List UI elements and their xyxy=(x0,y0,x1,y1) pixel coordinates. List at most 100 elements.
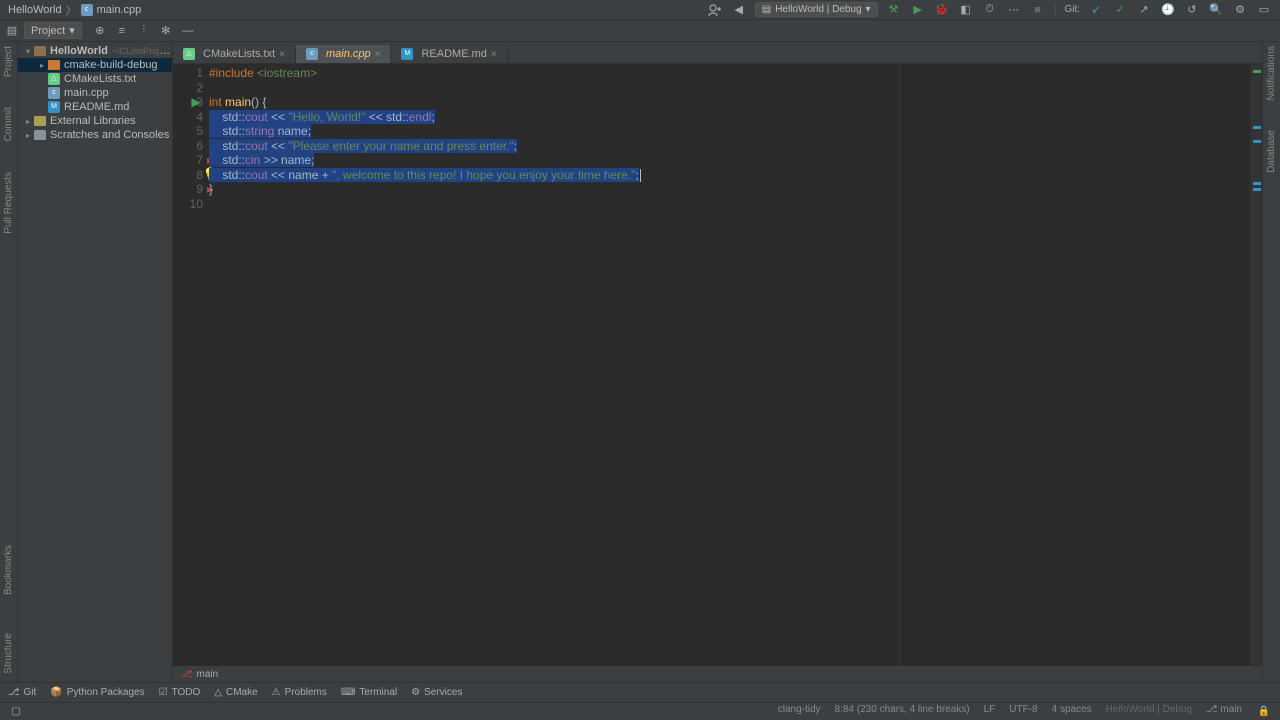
services-icon: ⚙ xyxy=(411,687,420,698)
problems-icon: ⚠ xyxy=(272,687,281,698)
caret-position[interactable]: 8:84 (230 chars, 4 line breaks) xyxy=(835,704,970,720)
structure-tool-button[interactable]: Structure xyxy=(3,633,14,674)
analysis-ok-marker[interactable] xyxy=(1253,70,1261,73)
terminal-icon: ⌨ xyxy=(341,687,355,698)
tab-readme[interactable]: MREADME.md× xyxy=(391,45,507,63)
todo-icon: ☑ xyxy=(159,687,168,698)
vcs-push-icon[interactable]: ↗ xyxy=(1136,2,1152,18)
indent-indicator[interactable]: 4 spaces xyxy=(1052,704,1092,720)
project-tool-button[interactable]: Project xyxy=(3,46,14,77)
file-encoding[interactable]: UTF-8 xyxy=(1009,704,1037,720)
problems-tool-button[interactable]: ⚠Problems xyxy=(272,687,327,698)
hammer-build-icon[interactable]: ⚒ xyxy=(886,2,902,18)
status-bar: ▢ clang-tidy 8:84 (230 chars, 4 line bre… xyxy=(0,702,1280,720)
close-icon[interactable]: × xyxy=(491,49,497,60)
python-packages-tool-button[interactable]: 📦Python Packages xyxy=(50,687,144,698)
tool-settings-icon[interactable]: ✻ xyxy=(158,23,174,39)
tree-scratches[interactable]: ▸Scratches and Consoles xyxy=(18,128,172,142)
vcs-update-icon[interactable]: ↙ xyxy=(1088,2,1104,18)
select-opened-file-icon[interactable]: ⊕ xyxy=(92,23,108,39)
branch-icon: ⎇ xyxy=(1206,704,1220,715)
change-marker[interactable] xyxy=(1253,182,1261,185)
run-config-label: HelloWorld | Debug xyxy=(775,4,861,15)
lock-icon[interactable]: 🔒 xyxy=(1256,704,1272,720)
tab-main-cpp[interactable]: cmain.cpp× xyxy=(296,45,391,63)
ide-actions-icon[interactable]: ▭ xyxy=(1256,2,1272,18)
change-marker[interactable] xyxy=(1253,188,1261,191)
run-play-icon[interactable]: ▶ xyxy=(910,2,926,18)
cmake-file-icon: △ xyxy=(183,48,195,60)
run-gutter-icon[interactable]: ▶ xyxy=(189,95,203,109)
back-icon[interactable]: ◀ xyxy=(731,2,747,18)
tree-ext-libs[interactable]: ▸External Libraries xyxy=(18,114,172,128)
bookmarks-tool-button[interactable]: Bookmarks xyxy=(3,545,14,595)
editor: △CMakeLists.txt× cmain.cpp× MREADME.md× … xyxy=(173,42,1262,682)
terminal-tool-button[interactable]: ⌨Terminal xyxy=(341,687,397,698)
tool-windows-toggle-icon[interactable]: ▢ xyxy=(8,704,24,720)
vcs-history-icon[interactable]: 🕘 xyxy=(1160,2,1176,18)
expand-all-icon[interactable]: ≡ xyxy=(114,23,130,39)
git-tool-button[interactable]: ⎇Git xyxy=(8,687,36,698)
branch-icon: ⎇ xyxy=(181,669,193,680)
close-icon[interactable]: × xyxy=(375,49,381,60)
user-add-icon[interactable] xyxy=(707,2,723,18)
tree-cmake[interactable]: △CMakeLists.txt xyxy=(18,72,172,86)
analyzer-indicator[interactable]: clang-tidy xyxy=(778,704,821,720)
project-view-icon[interactable]: ▤ xyxy=(4,23,20,39)
breadcrumb-file[interactable]: main.cpp xyxy=(97,4,142,16)
change-marker[interactable] xyxy=(1253,126,1261,129)
search-icon[interactable]: 🔍 xyxy=(1208,2,1224,18)
vcs-commit-icon[interactable]: ✓ xyxy=(1112,2,1128,18)
run-context-indicator[interactable]: HelloWorld | Debug xyxy=(1106,704,1192,720)
collapse-all-icon[interactable]: ⫶ xyxy=(136,23,152,39)
tree-main[interactable]: cmain.cpp xyxy=(18,86,172,100)
more-run-icon[interactable]: ⋯ xyxy=(1006,2,1022,18)
code-text[interactable]: #include <iostream> int main() { std::co… xyxy=(209,64,1250,666)
tree-readme[interactable]: MREADME.md xyxy=(18,100,172,114)
debug-icon[interactable]: 🐞 xyxy=(934,2,950,18)
git-branch-status[interactable]: ⎇ main xyxy=(1206,704,1242,720)
gutter[interactable]: 1 2 ▶3 4 5 6 ▸7 💡8 ▸9 10 xyxy=(173,64,209,666)
cpp-file-icon: c xyxy=(48,87,60,99)
cmake-file-icon: △ xyxy=(48,73,60,85)
coverage-icon[interactable]: ◧ xyxy=(958,2,974,18)
editor-breadcrumb-bar: ⎇main xyxy=(173,666,1262,682)
folder-icon xyxy=(48,60,60,70)
services-tool-button[interactable]: ⚙Services xyxy=(411,687,462,698)
close-icon[interactable]: × xyxy=(279,49,285,60)
branch-indicator[interactable]: ⎇main xyxy=(181,669,218,680)
profile-icon[interactable]: ⏱ xyxy=(982,2,998,18)
md-file-icon: M xyxy=(48,101,60,113)
breadcrumb-project[interactable]: HelloWorld xyxy=(8,4,62,16)
error-stripe[interactable] xyxy=(1250,64,1262,666)
run-config-selector[interactable]: ▤ HelloWorld | Debug ▾ xyxy=(755,2,878,17)
change-marker[interactable] xyxy=(1253,140,1261,143)
right-margin xyxy=(899,64,900,666)
line-separator[interactable]: LF xyxy=(984,704,996,720)
vcs-rollback-icon[interactable]: ↺ xyxy=(1184,2,1200,18)
target-icon: ▤ xyxy=(762,4,771,15)
git-icon: ⎇ xyxy=(8,687,20,698)
hide-icon[interactable]: — xyxy=(180,23,196,39)
pull-requests-tool-button[interactable]: Pull Requests xyxy=(3,172,14,234)
cpp-file-icon: c xyxy=(81,4,93,16)
chevron-down-icon: ▾ xyxy=(866,4,871,15)
cmake-tool-button[interactable]: △CMake xyxy=(214,687,257,698)
database-tool-button[interactable]: Database xyxy=(1266,130,1277,173)
notifications-tool-button[interactable]: Notifications xyxy=(1266,46,1277,100)
tool-window-toolbar: ▤ Project ▾ ⊕ ≡ ⫶ ✻ — xyxy=(0,20,1280,42)
settings-icon[interactable]: ⚙ xyxy=(1232,2,1248,18)
editor-tabs: △CMakeLists.txt× cmain.cpp× MREADME.md× xyxy=(173,42,1262,64)
todo-tool-button[interactable]: ☑TODO xyxy=(159,687,201,698)
tab-cmakelists[interactable]: △CMakeLists.txt× xyxy=(173,45,296,63)
stop-icon[interactable]: ■ xyxy=(1030,2,1046,18)
project-view-selector[interactable]: Project ▾ xyxy=(24,22,82,39)
git-label: Git: xyxy=(1064,2,1080,18)
project-tree[interactable]: ▾HelloWorld~/CLionProjects/He ▸cmake-bui… xyxy=(18,42,173,682)
tree-root[interactable]: ▾HelloWorld~/CLionProjects/He xyxy=(18,44,172,58)
tree-build-dir[interactable]: ▸cmake-build-debug xyxy=(18,58,172,72)
commit-tool-button[interactable]: Commit xyxy=(3,107,14,141)
cmake-icon: △ xyxy=(214,687,222,698)
package-icon: 📦 xyxy=(50,687,62,698)
breadcrumb-sep: 〉 xyxy=(66,2,77,18)
